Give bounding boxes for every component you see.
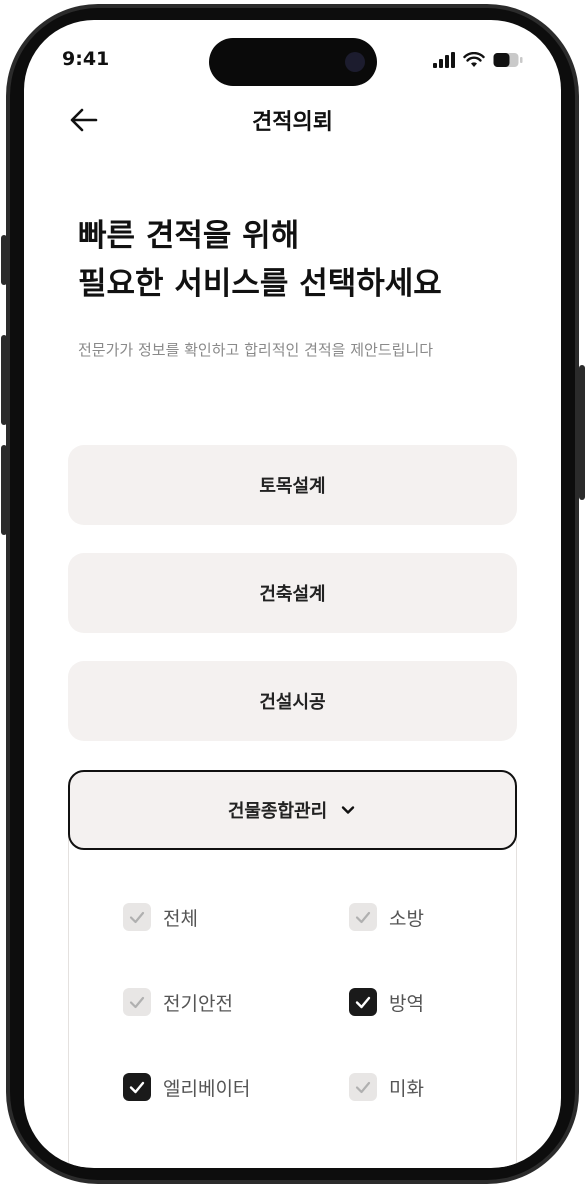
checkbox[interactable] <box>123 988 151 1016</box>
option-civil-design[interactable]: 토목설계 <box>68 445 517 525</box>
status-time: 9:41 <box>62 48 110 70</box>
checkbox[interactable] <box>349 988 377 1016</box>
battery-icon <box>493 53 523 67</box>
checkbox-elevator[interactable]: 엘리베이터 <box>123 1073 250 1101</box>
checkbox[interactable] <box>349 903 377 931</box>
checkbox-all[interactable]: 전체 <box>123 903 198 931</box>
headline-line-2: 필요한 서비스를 선택하세요 <box>78 266 442 302</box>
chevron-down-icon <box>341 806 355 814</box>
option-label: 건설시공 <box>259 692 326 713</box>
checkbox-label: 전기안전 <box>163 992 233 1015</box>
page-title: 견적의뢰 <box>252 110 333 135</box>
checkbox-label: 소방 <box>389 907 424 930</box>
check-icon <box>355 1081 371 1094</box>
option-label: 건축설계 <box>259 584 326 605</box>
option-building-management[interactable]: 건물종합관리 <box>68 770 517 850</box>
status-icons <box>433 52 523 68</box>
checkbox[interactable] <box>123 1073 151 1101</box>
wifi-icon <box>463 52 485 67</box>
side-button <box>1 235 7 285</box>
signal-icon <box>433 52 455 68</box>
side-button <box>579 365 585 500</box>
side-button <box>1 335 7 425</box>
checkbox-cleaning[interactable]: 미화 <box>349 1073 424 1101</box>
checkbox-label: 전체 <box>163 907 198 930</box>
subtitle: 전문가가 정보를 확인하고 합리적인 견적을 제안드립니다 <box>78 341 434 359</box>
check-icon <box>129 1081 145 1094</box>
option-label: 건물종합관리 <box>227 801 328 822</box>
headline: 빠른 견적을 위해 필요한 서비스를 선택하세요 <box>78 212 442 308</box>
checkbox-electrical-safety[interactable]: 전기안전 <box>123 988 233 1016</box>
checkbox-label: 미화 <box>389 1077 424 1100</box>
check-icon <box>129 911 145 924</box>
option-architecture-design[interactable]: 건축설계 <box>68 553 517 633</box>
checkbox[interactable] <box>349 1073 377 1101</box>
checkbox-label: 엘리베이터 <box>163 1077 251 1100</box>
check-icon <box>355 911 371 924</box>
option-label: 토목설계 <box>259 476 326 497</box>
headline-line-1: 빠른 견적을 위해 <box>78 218 300 254</box>
check-icon <box>129 996 145 1009</box>
screen: 9:41 견적의뢰 빠른 견적을 위해 필요한 서비스를 선택하세요 전문가가 <box>24 20 561 1168</box>
side-button <box>1 445 7 535</box>
checkbox-disinfection[interactable]: 방역 <box>349 988 424 1016</box>
camera-icon <box>345 52 365 72</box>
dynamic-island <box>209 38 377 86</box>
sub-options-panel: 전체 소방 전기안전 방역 엘리베이터 미화 <box>68 827 517 1167</box>
checkbox[interactable] <box>123 903 151 931</box>
check-icon <box>355 996 371 1009</box>
checkbox-fire[interactable]: 소방 <box>349 903 424 931</box>
checkbox-label: 방역 <box>389 992 424 1015</box>
option-construction[interactable]: 건설시공 <box>68 661 517 741</box>
